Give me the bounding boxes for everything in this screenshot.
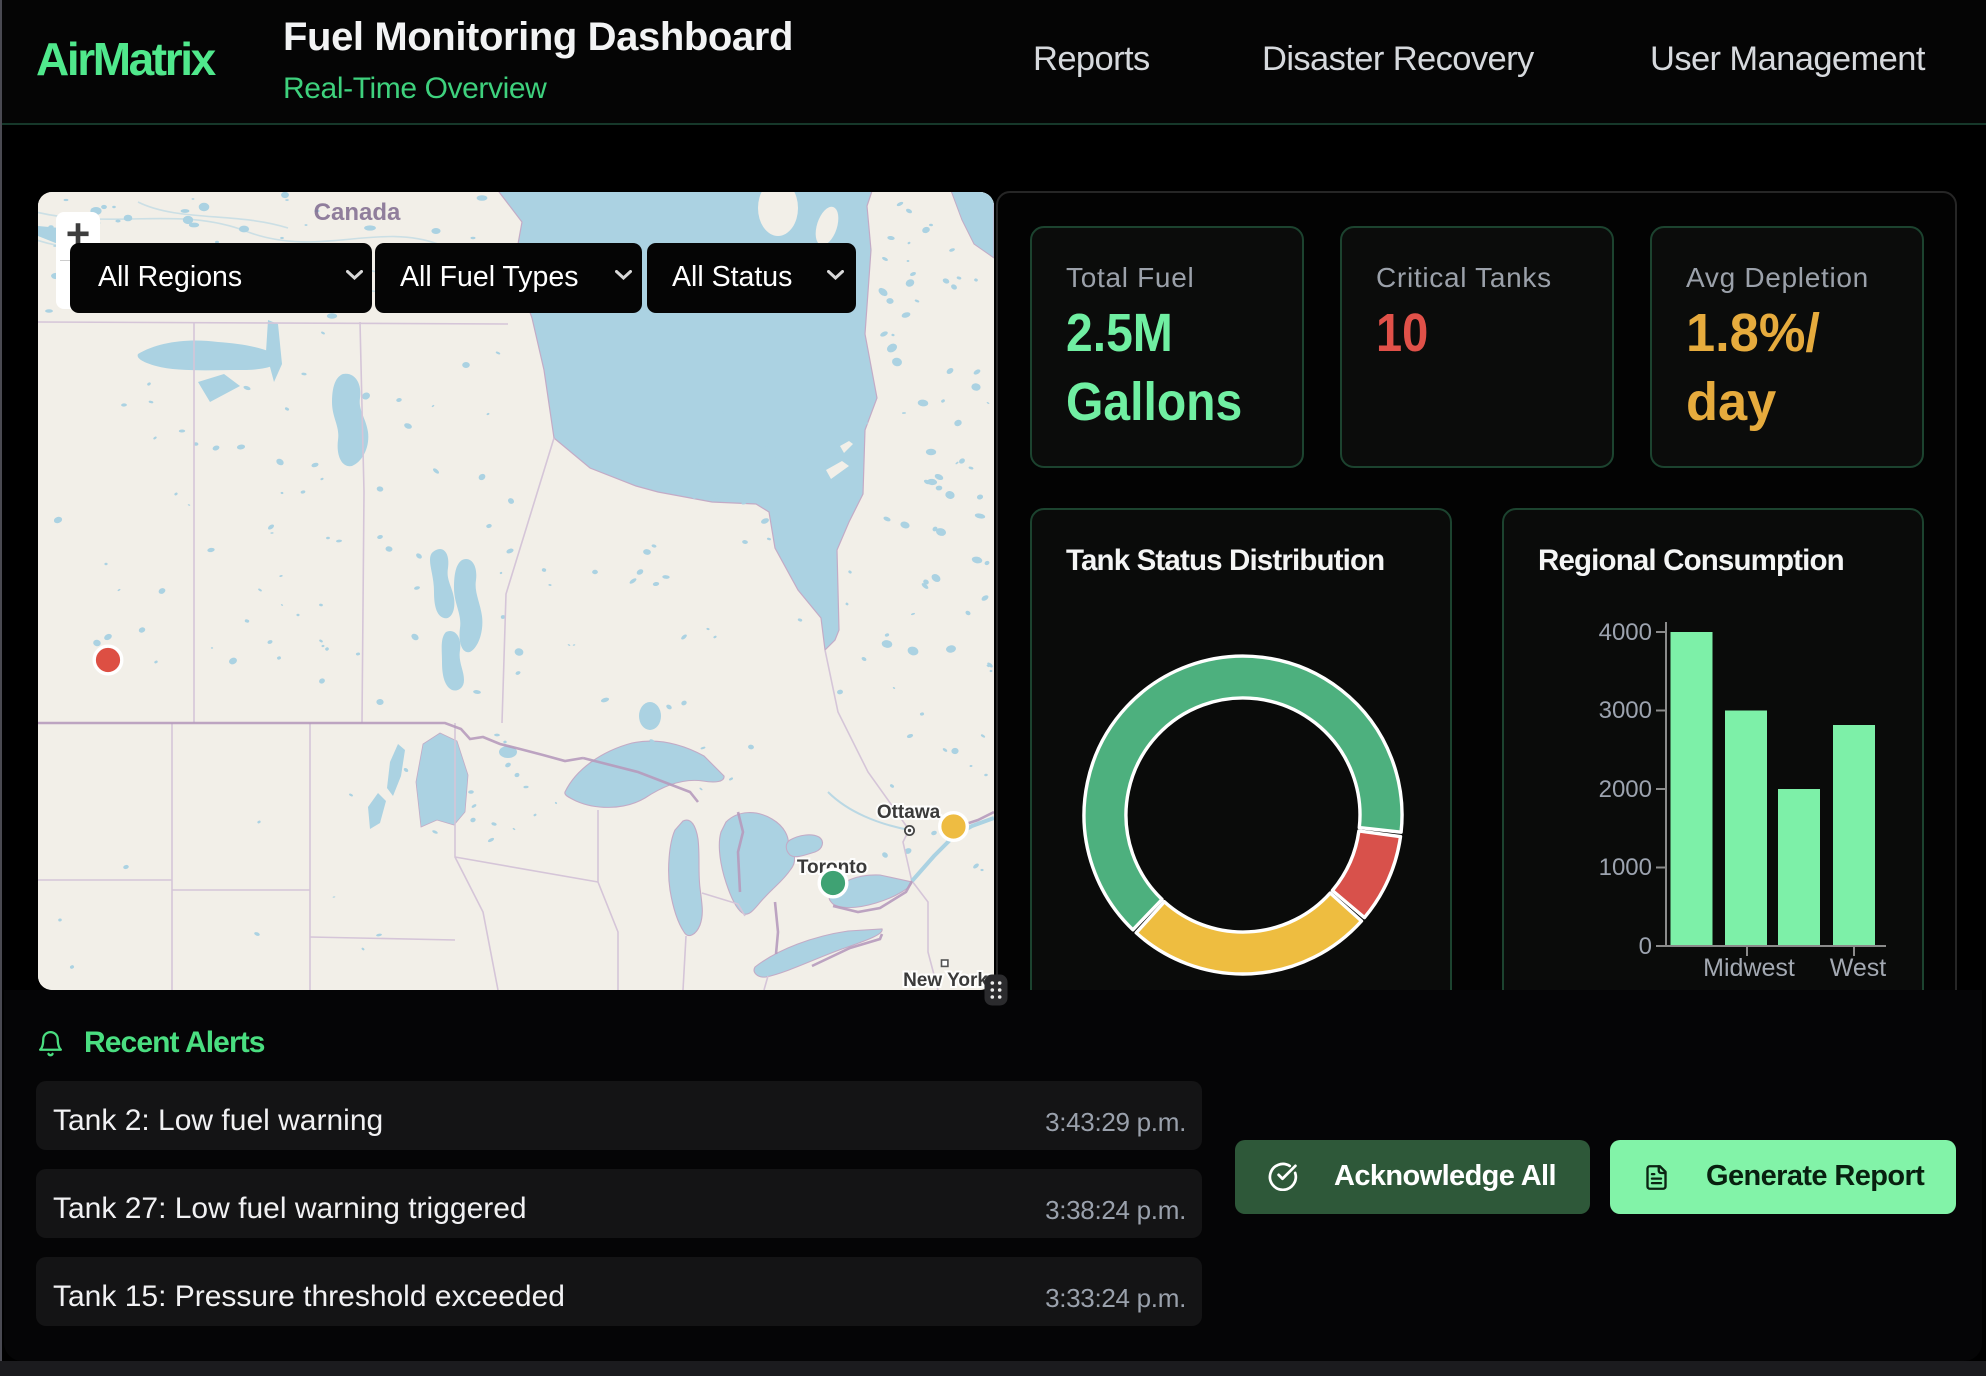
svg-text:Canada: Canada (314, 199, 401, 226)
svg-text:New York: New York (903, 970, 988, 990)
svg-text:4000: 4000 (1599, 619, 1652, 646)
svg-text:1000: 1000 (1599, 854, 1652, 881)
svg-text:3000: 3000 (1599, 697, 1652, 724)
svg-text:Midwest: Midwest (1703, 954, 1795, 982)
svg-text:West: West (1830, 954, 1887, 982)
svg-text:Ottawa: Ottawa (877, 802, 941, 823)
svg-text:0: 0 (1639, 933, 1652, 960)
svg-text:2000: 2000 (1599, 776, 1652, 803)
